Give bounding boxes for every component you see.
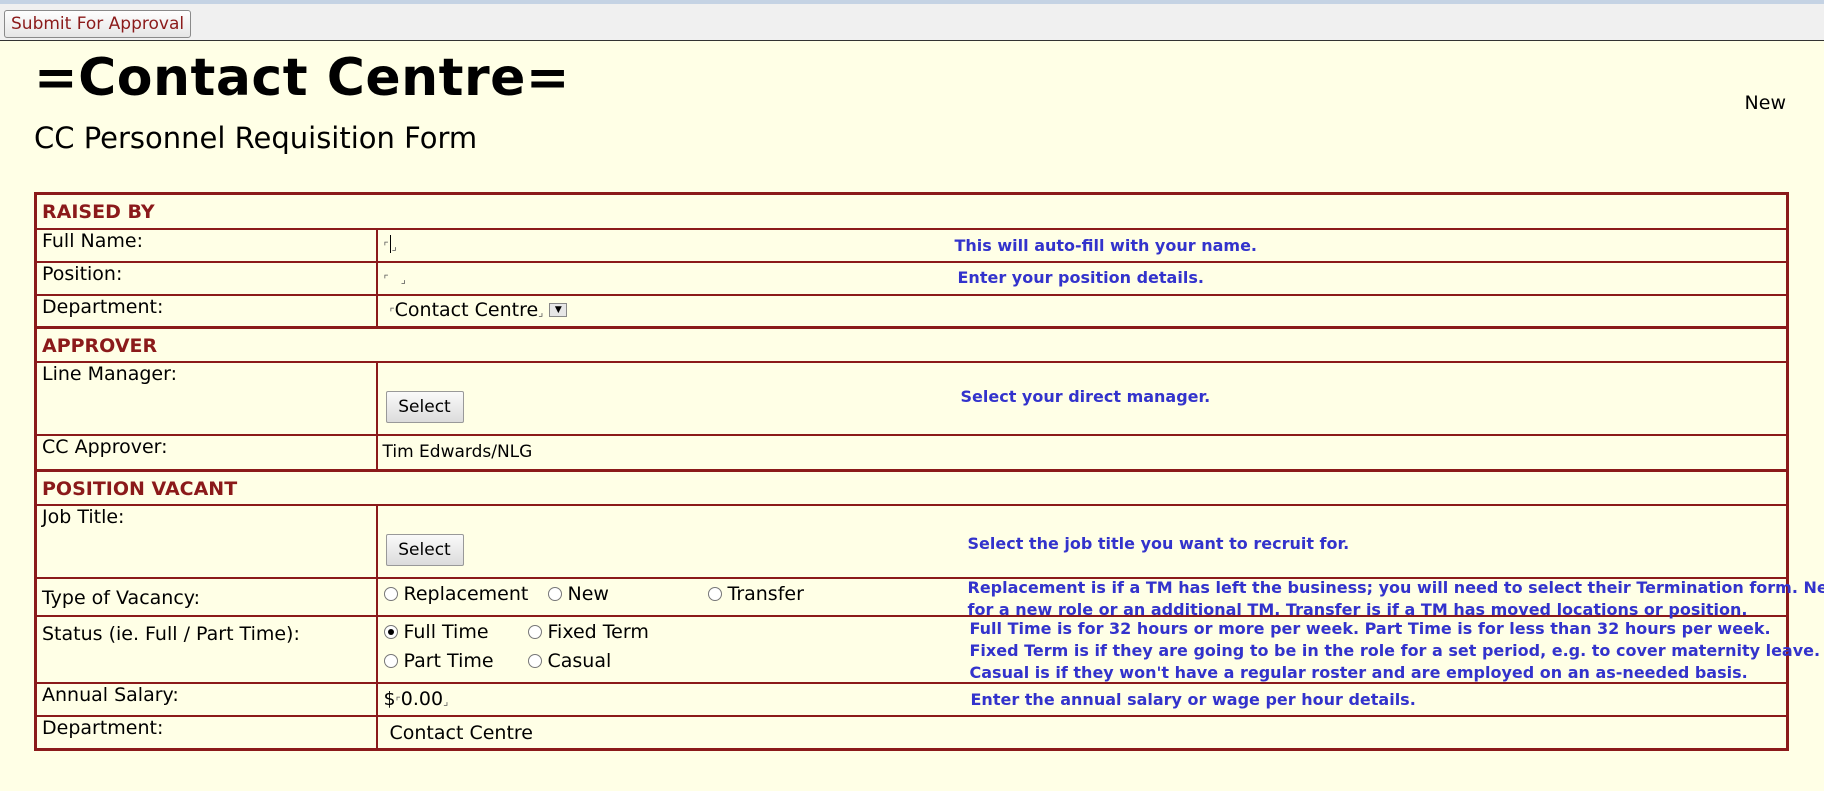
section-approver: APPROVER bbox=[34, 326, 1789, 363]
line-manager-select-button[interactable]: Select bbox=[385, 390, 464, 423]
row-annual-salary: Annual Salary: $⌜0.00⌟ Enter the annual … bbox=[34, 681, 1789, 717]
status-hint-line2: Fixed Term is if they are going to be in… bbox=[969, 640, 1821, 660]
row-position: Position: ⌜ ⌟ Enter your position detail… bbox=[34, 260, 1789, 296]
row-department: Department: ⌜Contact Centre⌟ ▼ bbox=[34, 293, 1789, 329]
radio-fixed-term[interactable]: Fixed Term bbox=[527, 621, 649, 643]
document-status: New bbox=[1744, 92, 1786, 114]
job-title-label: Job Title: bbox=[34, 503, 378, 579]
action-bar: Submit For Approval bbox=[0, 0, 1824, 41]
status-label: Status (ie. Full / Part Time): bbox=[34, 614, 378, 684]
section-heading: APPROVER bbox=[34, 326, 1789, 363]
department-value: Contact Centre bbox=[394, 298, 539, 321]
vacancy-type-hint-line1: Replacement is if a TM has left the busi… bbox=[967, 577, 1824, 597]
full-name-hint: This will auto-fill with your name. bbox=[954, 235, 1258, 255]
requisition-form-table: RAISED BY Full Name: ⌜ ⌟ This will auto-f… bbox=[34, 192, 1824, 751]
position-hint: Enter your position details. bbox=[957, 267, 1204, 287]
position-input[interactable]: ⌜ ⌟ bbox=[384, 266, 406, 288]
cc-approver-value: Tim Edwards/NLG bbox=[375, 433, 1789, 472]
radio-replacement[interactable]: Replacement bbox=[383, 583, 528, 605]
section-heading: POSITION VACANT bbox=[34, 469, 1789, 506]
row-vacancy-type: Type of Vacancy: Replacement New Transfe… bbox=[34, 576, 1824, 619]
line-manager-field: Select Select your direct manager. bbox=[375, 360, 1789, 436]
department-field[interactable]: ⌜Contact Centre⌟ ▼ bbox=[375, 293, 1789, 329]
full-name-label: Full Name: bbox=[34, 227, 378, 263]
section-raised-by: RAISED BY bbox=[34, 192, 1789, 230]
job-title-hint: Select the job title you want to recruit… bbox=[967, 533, 1350, 553]
status-hint-line3: Casual is if they won't have a regular r… bbox=[969, 662, 1748, 682]
annual-salary-hint: Enter the annual salary or wage per hour… bbox=[970, 689, 1416, 709]
department-2-value: Contact Centre bbox=[375, 714, 1789, 751]
page-title: =Contact Centre= bbox=[34, 48, 570, 108]
form-subtitle: CC Personnel Requisition Form bbox=[34, 121, 478, 155]
radio-new[interactable]: New bbox=[547, 583, 609, 605]
line-manager-hint: Select your direct manager. bbox=[960, 386, 1211, 406]
job-title-select-button[interactable]: Select bbox=[385, 533, 464, 566]
chevron-down-icon[interactable]: ▼ bbox=[549, 303, 568, 317]
row-line-manager: Line Manager: Select Select your direct … bbox=[34, 360, 1789, 436]
section-position-vacant: POSITION VACANT bbox=[34, 469, 1789, 506]
position-label: Position: bbox=[34, 260, 378, 296]
row-job-title: Job Title: Select Select the job title y… bbox=[34, 503, 1789, 579]
radio-full-time[interactable]: Full Time bbox=[383, 621, 489, 643]
radio-transfer[interactable]: Transfer bbox=[707, 583, 804, 605]
vacancy-type-field: Replacement New Transfer Replacement is … bbox=[375, 576, 1824, 619]
cc-approver-label: CC Approver: bbox=[34, 433, 378, 472]
annual-salary-input[interactable]: $⌜0.00⌟ bbox=[384, 688, 449, 710]
annual-salary-label: Annual Salary: bbox=[34, 681, 378, 717]
line-manager-label: Line Manager: bbox=[34, 360, 378, 436]
status-hint-line1: Full Time is for 32 hours or more per we… bbox=[969, 618, 1771, 638]
row-full-name: Full Name: ⌜ ⌟ This will auto-fill with y… bbox=[34, 227, 1789, 263]
job-title-field: Select Select the job title you want to … bbox=[375, 503, 1789, 579]
row-department-2: Department: Contact Centre bbox=[34, 714, 1789, 751]
annual-salary-field[interactable]: $⌜0.00⌟ Enter the annual salary or wage … bbox=[375, 681, 1789, 717]
department-2-label: Department: bbox=[34, 714, 378, 751]
vacancy-type-label: Type of Vacancy: bbox=[34, 576, 378, 617]
position-field[interactable]: ⌜ ⌟ Enter your position details. bbox=[375, 260, 1789, 296]
radio-part-time[interactable]: Part Time bbox=[383, 650, 494, 672]
status-field: Full Time Fixed Term Part Time Casual Fu… bbox=[375, 614, 1820, 684]
radio-casual[interactable]: Casual bbox=[527, 650, 611, 672]
full-name-field[interactable]: ⌜ ⌟ This will auto-fill with your name. bbox=[375, 227, 1789, 263]
submit-for-approval-button[interactable]: Submit For Approval bbox=[4, 10, 192, 38]
full-name-input[interactable]: ⌜ ⌟ bbox=[384, 233, 397, 255]
row-status: Status (ie. Full / Part Time): Full Time… bbox=[34, 614, 1820, 684]
row-cc-approver: CC Approver: Tim Edwards/NLG bbox=[34, 433, 1789, 472]
department-select[interactable]: ⌜Contact Centre⌟ ▼ bbox=[390, 299, 568, 321]
section-heading: RAISED BY bbox=[34, 192, 1789, 230]
department-label: Department: bbox=[34, 293, 378, 329]
